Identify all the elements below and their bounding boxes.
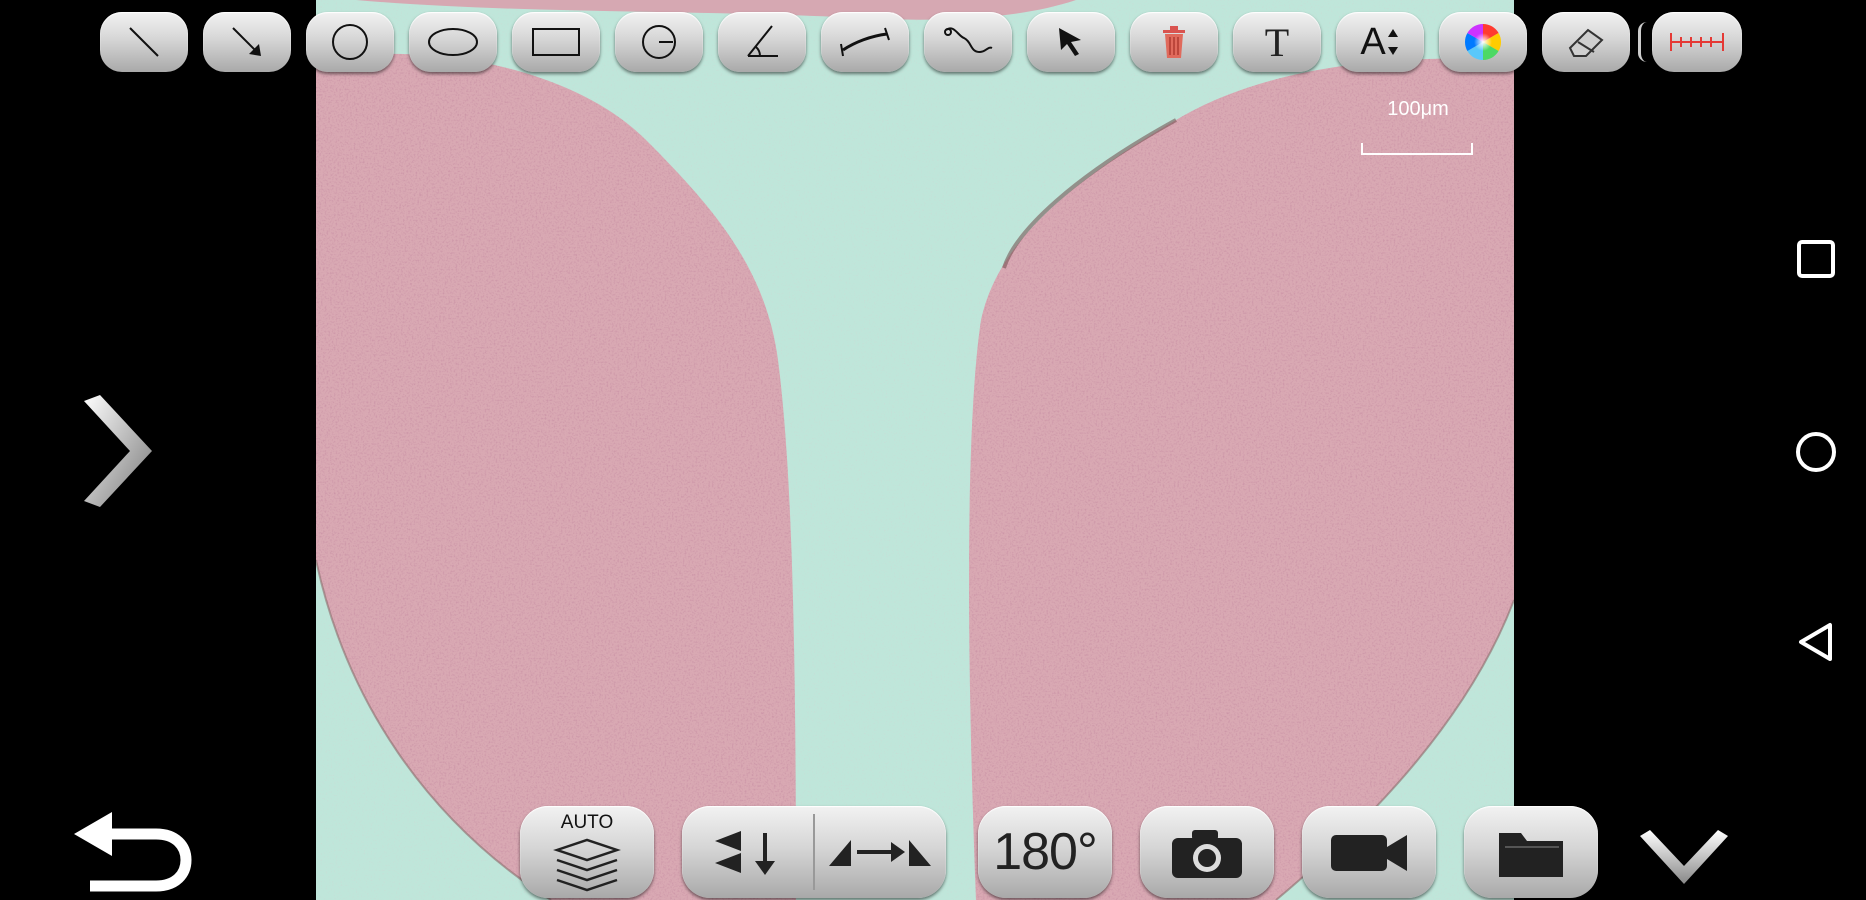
circle-icon (332, 24, 368, 60)
rectangle-tool-button[interactable] (512, 12, 600, 72)
folder-icon (1499, 833, 1563, 877)
expand-panel-chevron-icon[interactable] (78, 393, 158, 511)
ellipse-tool-button[interactable] (409, 12, 497, 72)
eraser-tool-button[interactable] (1542, 12, 1630, 72)
arrow-tool-button[interactable] (203, 12, 291, 72)
size-arrows-icon (1387, 29, 1398, 55)
recents-icon[interactable] (1796, 239, 1836, 279)
capture-photo-button[interactable] (1140, 806, 1274, 898)
freehand-icon (944, 27, 993, 54)
rotate-180-button[interactable]: 180° (978, 806, 1112, 898)
collapse-panel-chevron-icon[interactable] (1636, 828, 1732, 888)
undo-icon[interactable] (72, 808, 196, 894)
circle-tool-button[interactable] (306, 12, 394, 72)
circle-center-icon (642, 25, 676, 59)
curve-measure-tool-button[interactable] (821, 12, 909, 72)
line-icon (129, 27, 159, 57)
eraser-icon (1568, 28, 1604, 57)
ruler-icon (1670, 33, 1724, 51)
record-video-button[interactable] (1302, 806, 1436, 898)
text-tool-button[interactable]: T (1233, 12, 1321, 72)
select-tool-button[interactable] (1027, 12, 1115, 72)
toolbar-scroll-indicator (1638, 22, 1647, 62)
scale-bar-line (1361, 143, 1473, 155)
color-wheel-icon (1464, 23, 1502, 61)
home-icon[interactable] (1794, 430, 1838, 474)
back-icon[interactable] (1796, 621, 1836, 663)
arrow-icon (232, 27, 261, 56)
line-tool-button[interactable] (100, 12, 188, 72)
scale-bar-label: 100μm (1387, 98, 1449, 120)
auto-label: AUTO (560, 812, 614, 833)
flip-horizontal-icon (829, 840, 931, 866)
text-icon: T (1264, 19, 1290, 65)
font-size-icon: A (1360, 20, 1386, 63)
calibration-tool-button[interactable] (1652, 12, 1742, 72)
flip-vertical-icon (715, 831, 775, 875)
ellipse-icon (428, 28, 478, 56)
open-folder-button[interactable] (1464, 806, 1598, 898)
rectangle-icon (532, 28, 580, 56)
freehand-tool-button[interactable] (924, 12, 1012, 72)
flip-button-group (682, 806, 946, 898)
tissue-section-image (316, 0, 1514, 900)
color-tool-button[interactable] (1439, 12, 1527, 72)
rotate-180-label: 180° (993, 823, 1098, 881)
flip-horizontal-button[interactable] (814, 806, 946, 898)
layers-icon (553, 838, 621, 892)
angle-icon (747, 25, 778, 57)
curve-measure-icon (840, 27, 890, 57)
delete-tool-button[interactable] (1130, 12, 1218, 72)
font-size-tool-button[interactable]: A (1336, 12, 1424, 72)
scale-bar: 100μm (1359, 98, 1477, 160)
video-camera-icon (1331, 835, 1407, 871)
camera-icon (1172, 830, 1242, 878)
auto-stack-button[interactable]: AUTO (520, 806, 654, 898)
angle-tool-button[interactable] (718, 12, 806, 72)
cursor-icon (1059, 28, 1081, 56)
circle-center-tool-button[interactable] (615, 12, 703, 72)
flip-vertical-button[interactable] (682, 806, 814, 898)
microscope-image[interactable]: 100μm (316, 0, 1514, 900)
trash-icon (1163, 26, 1185, 58)
